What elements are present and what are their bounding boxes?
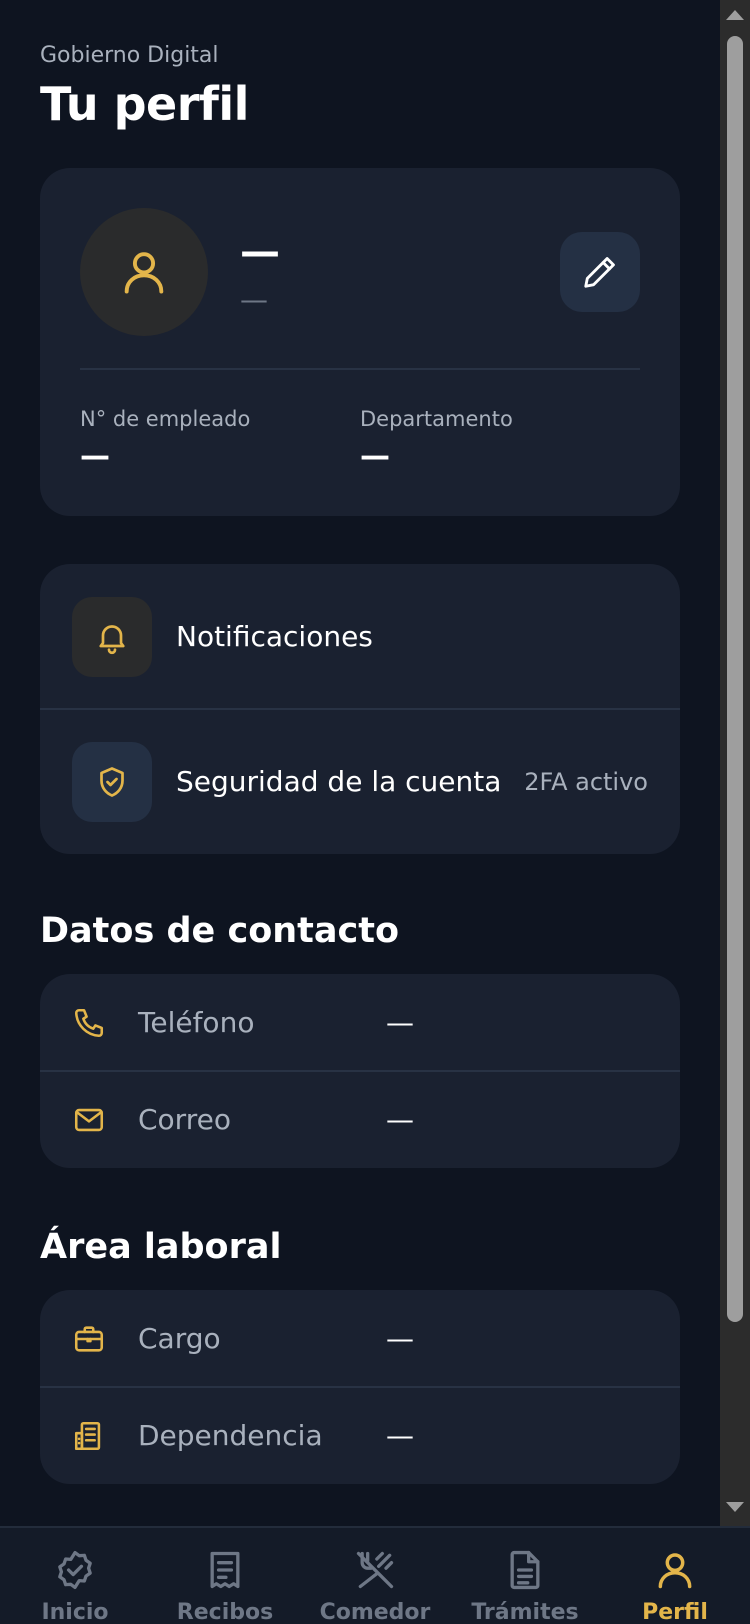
department: Departamento — bbox=[360, 406, 513, 472]
profile-email: — bbox=[240, 283, 268, 316]
nav-label: Recibos bbox=[176, 1600, 274, 1624]
nav-item-comedor[interactable]: Comedor bbox=[300, 1548, 450, 1624]
page-content: Gobierno Digital Tu perfil — — N° de emp… bbox=[0, 42, 720, 1484]
contact-value: — bbox=[386, 1006, 414, 1039]
contact-label: Teléfono bbox=[138, 1006, 255, 1039]
work-section-title: Área laboral bbox=[40, 1227, 282, 1267]
work-row-department[interactable]: Dependencia — bbox=[40, 1387, 680, 1484]
nav-label: Inicio bbox=[41, 1600, 109, 1624]
work-value: — bbox=[386, 1419, 414, 1452]
settings-item-label: Seguridad de la cuenta bbox=[176, 765, 502, 798]
settings-card: Notificaciones Seguridad de la cuenta 2F… bbox=[40, 564, 680, 854]
security-icon-box bbox=[72, 741, 152, 822]
contact-row-email[interactable]: Correo — bbox=[40, 1071, 680, 1168]
notifications-icon-box bbox=[72, 596, 152, 677]
mail-icon bbox=[74, 1108, 104, 1131]
employee-number-label: N° de empleado bbox=[80, 407, 251, 431]
mail-icon-box bbox=[72, 1103, 106, 1137]
briefcase-icon bbox=[74, 1325, 104, 1352]
utensils-icon bbox=[356, 1551, 394, 1589]
check-badge-icon bbox=[58, 1550, 92, 1590]
scroll-up-arrow[interactable] bbox=[726, 10, 744, 20]
app-name: Gobierno Digital bbox=[40, 43, 219, 68]
building-icon bbox=[74, 1421, 101, 1450]
contact-section-title: Datos de contacto bbox=[40, 911, 400, 951]
work-label: Dependencia bbox=[138, 1419, 323, 1452]
nav-label: Comedor bbox=[319, 1600, 431, 1624]
scroll-down-arrow[interactable] bbox=[726, 1502, 744, 1512]
document-icon bbox=[510, 1550, 540, 1590]
scrollbar-thumb[interactable] bbox=[727, 36, 743, 1322]
employee-number: N° de empleado — bbox=[80, 406, 250, 472]
settings-item-label: Notificaciones bbox=[176, 620, 373, 653]
phone-icon-box bbox=[72, 1006, 106, 1040]
shield-check-icon bbox=[100, 766, 124, 797]
contact-card: Teléfono — Correo — bbox=[40, 974, 680, 1168]
profile-divider bbox=[80, 368, 640, 370]
nav-item-recibos[interactable]: Recibos bbox=[150, 1548, 300, 1624]
nav-item-tramites[interactable]: Trámites bbox=[450, 1548, 600, 1624]
work-row-position[interactable]: Cargo — bbox=[40, 1290, 680, 1387]
building-icon-box bbox=[72, 1419, 106, 1453]
user-icon bbox=[124, 252, 164, 294]
contact-label: Correo bbox=[138, 1103, 231, 1136]
profile-name: — bbox=[240, 229, 280, 275]
contact-value: — bbox=[386, 1103, 414, 1136]
page-title: Tu perfil bbox=[40, 77, 249, 131]
work-value: — bbox=[386, 1322, 414, 1355]
work-card: Cargo — Dependencia — bbox=[40, 1290, 680, 1484]
contact-row-phone[interactable]: Teléfono — bbox=[40, 974, 680, 1071]
avatar bbox=[80, 208, 208, 336]
user-icon bbox=[658, 1553, 692, 1589]
nav-label: Trámites bbox=[471, 1600, 579, 1624]
pencil-icon bbox=[584, 257, 615, 288]
briefcase-icon-box bbox=[72, 1322, 106, 1356]
scrollbar[interactable] bbox=[720, 0, 750, 1526]
bell-icon bbox=[99, 624, 125, 654]
security-status-badge: 2FA activo bbox=[524, 767, 648, 796]
nav-item-inicio[interactable]: Inicio bbox=[0, 1548, 150, 1624]
phone-icon bbox=[74, 1008, 104, 1037]
bottom-nav: Inicio Recibos Comedor Trámites Perfil bbox=[0, 1526, 750, 1624]
department-label: Departamento bbox=[360, 407, 513, 431]
work-label: Cargo bbox=[138, 1322, 221, 1355]
department-value: — bbox=[360, 439, 390, 474]
nav-label: Perfil bbox=[642, 1600, 708, 1624]
settings-item-security[interactable]: Seguridad de la cuenta 2FA activo bbox=[40, 709, 680, 854]
nav-item-perfil[interactable]: Perfil bbox=[600, 1548, 750, 1624]
profile-card: — — N° de empleado — Departamento — bbox=[40, 168, 680, 516]
settings-item-notifications[interactable]: Notificaciones bbox=[40, 564, 680, 709]
receipt-icon bbox=[210, 1551, 240, 1589]
employee-number-value: — bbox=[80, 439, 110, 474]
scroll-viewport: Gobierno Digital Tu perfil — — N° de emp… bbox=[0, 0, 720, 1526]
edit-profile-button[interactable] bbox=[560, 232, 640, 312]
